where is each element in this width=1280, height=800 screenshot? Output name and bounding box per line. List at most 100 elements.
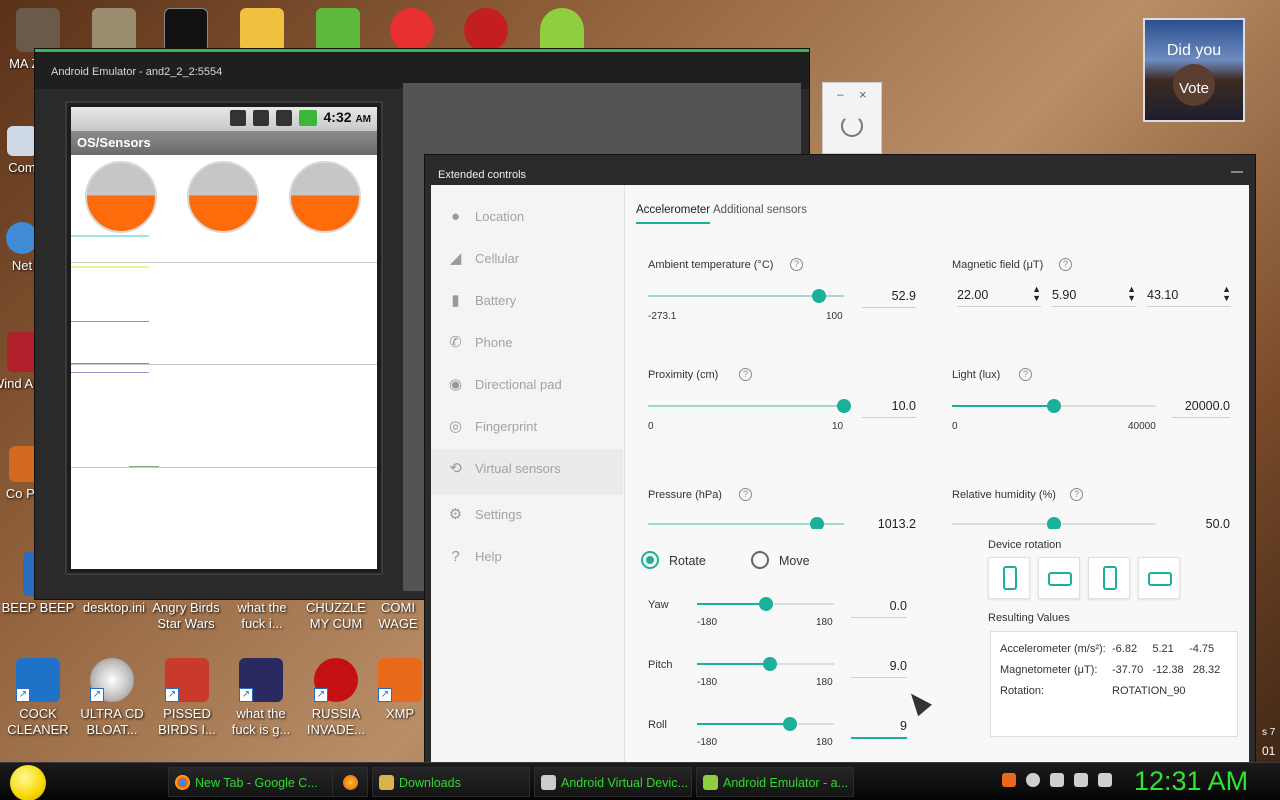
nav-label: Cellular — [475, 251, 520, 266]
pressure-slider[interactable] — [648, 517, 844, 529]
vote-thumbnail[interactable]: Did you Vote — [1143, 18, 1245, 122]
proximity-input[interactable]: 10.0 — [862, 399, 916, 418]
taskbar-clock[interactable]: 12:31 AM — [1134, 766, 1248, 797]
spinner-arrows-icon[interactable]: ▲ ▼ — [1222, 285, 1231, 303]
minimize-icon[interactable]: – — [837, 87, 844, 101]
clock-tray-icon[interactable] — [1026, 773, 1040, 787]
light-input[interactable]: 20000.0 — [1172, 399, 1230, 418]
power-icon[interactable] — [841, 115, 863, 137]
help-icon[interactable]: ? — [1019, 368, 1032, 381]
magnetic-x-input[interactable]: 22.00 ▲ ▼ — [957, 285, 1041, 307]
slider-thumb[interactable] — [762, 657, 777, 671]
yaw-slider[interactable] — [697, 597, 834, 611]
desktop-icon-wtf1[interactable]: what the fuck i... — [224, 600, 300, 632]
help-icon[interactable]: ? — [790, 258, 803, 271]
folder-icon — [379, 775, 394, 790]
nav-label: Settings — [475, 507, 522, 522]
pitch-slider[interactable] — [697, 657, 834, 671]
humidity-slider[interactable] — [952, 517, 1156, 529]
result-label: Magnetometer (μT): — [1000, 664, 1098, 676]
rotate-portrait-button[interactable] — [988, 557, 1030, 599]
display-tray-icon[interactable] — [1074, 773, 1088, 787]
mouse-cursor-icon — [904, 687, 932, 717]
extended-titlebar[interactable]: Extended controls — [425, 155, 1255, 185]
proximity-slider[interactable] — [648, 399, 851, 413]
pressure-input[interactable]: 1013.2 — [862, 517, 916, 529]
help-icon[interactable]: ? — [739, 368, 752, 381]
magnetic-z-value: 43.10 — [1147, 288, 1179, 302]
spinner-arrows-icon[interactable]: ▲ ▼ — [1032, 285, 1041, 303]
trace-green — [129, 466, 159, 467]
nav-fingerprint[interactable]: ◎ Fingerprint — [431, 407, 623, 449]
close-icon[interactable]: × — [859, 87, 867, 102]
magnetic-z-input[interactable]: 43.10 ▲ ▼ — [1147, 285, 1231, 307]
task-avd[interactable]: Android Virtual Devic... — [534, 767, 692, 797]
desktop-icon-russia[interactable]: ↗ RUSSIA INVADE... — [298, 658, 374, 738]
desktop-icon-comi[interactable]: COMI WAGE — [372, 600, 424, 632]
sensor-ball-1 — [85, 161, 157, 233]
nav-battery[interactable]: ▮ Battery — [431, 281, 623, 323]
nav-settings[interactable]: ⚙ Settings — [431, 495, 623, 537]
task-downloads[interactable]: Downloads — [372, 767, 530, 797]
desktop-icon-xmp[interactable]: ↗ XMP — [374, 658, 426, 722]
network-tray-icon[interactable] — [1050, 773, 1064, 787]
phone-screen[interactable]: 4:32 AM OS/Sensors — [71, 107, 377, 569]
nav-phone[interactable]: ✆ Phone — [431, 323, 623, 365]
rotate-reverse-portrait-button[interactable] — [1088, 557, 1130, 599]
desktop-icon-angry-birds-sw[interactable]: Angry Birds Star Wars — [148, 600, 224, 632]
tab-accelerometer[interactable]: Accelerometer — [636, 204, 711, 224]
device-rotation-buttons — [988, 557, 1188, 601]
spinner-arrows-icon[interactable]: ▲ ▼ — [1127, 285, 1136, 303]
slider-fill — [697, 723, 791, 725]
slider-thumb[interactable] — [1047, 399, 1061, 413]
desktop-icon-pissed-birds[interactable]: ↗ PISSED BIRDS I... — [149, 658, 225, 738]
start-button[interactable] — [10, 765, 46, 800]
slider-thumb[interactable] — [809, 517, 824, 529]
search-tray-icon[interactable] — [1002, 773, 1016, 787]
nav-location[interactable]: ● Location — [431, 197, 623, 239]
humidity-input[interactable]: 50.0 — [1172, 517, 1230, 529]
notes-icon — [92, 8, 136, 52]
ambient-temp-input[interactable]: 52.9 — [862, 289, 916, 308]
pitch-input[interactable]: 9.0 — [851, 659, 907, 678]
help-icon[interactable]: ? — [739, 488, 752, 501]
slider-thumb[interactable] — [783, 717, 798, 731]
help-icon[interactable]: ? — [1059, 258, 1072, 271]
rotate-radio[interactable] — [641, 551, 659, 569]
slider-thumb[interactable] — [837, 399, 851, 413]
slider-thumb[interactable] — [811, 289, 826, 303]
volume-tray-icon[interactable] — [1098, 773, 1112, 787]
extended-controls-window[interactable]: Extended controls ● Location ◢ Cellular ▮ B… — [424, 154, 1256, 765]
roll-slider[interactable] — [697, 717, 834, 731]
task-emulator[interactable]: Android Emulator - a... — [696, 767, 854, 797]
rotate-landscape-button[interactable] — [1038, 557, 1080, 599]
desktop-icon-wtf2[interactable]: ↗ what the fuck is g... — [223, 658, 299, 738]
wine-icon — [7, 332, 37, 372]
nav-virtual-sensors[interactable]: ⟲ Virtual sensors — [431, 449, 623, 495]
light-label: Light (lux) — [952, 369, 1001, 381]
firefox-icon — [343, 775, 358, 790]
magnetic-y-input[interactable]: 5.90 ▲ ▼ — [1052, 285, 1136, 307]
slider-thumb[interactable] — [1047, 517, 1061, 529]
roll-input[interactable]: 9 — [851, 719, 907, 739]
move-radio[interactable] — [751, 551, 769, 569]
tab-additional-sensors[interactable]: Additional sensors — [713, 204, 807, 222]
nav-directional-pad[interactable]: ◉ Directional pad — [431, 365, 623, 407]
desktop-icon-chuzzle[interactable]: CHUZZLE MY CUM — [298, 600, 374, 632]
minimize-icon[interactable] — [1231, 171, 1243, 173]
slider-thumb[interactable] — [758, 597, 773, 611]
nav-cellular[interactable]: ◢ Cellular — [431, 239, 623, 281]
light-slider[interactable] — [952, 399, 1156, 413]
desktop-icon-desktop-ini[interactable]: desktop.ini — [76, 600, 152, 616]
nav-help[interactable]: ? Help — [431, 537, 623, 579]
task-firefox[interactable] — [332, 767, 368, 797]
ambient-temp-slider[interactable] — [648, 289, 844, 303]
rotate-label[interactable]: Rotate — [669, 554, 706, 568]
yaw-input[interactable]: 0.0 — [851, 599, 907, 618]
rotate-reverse-landscape-button[interactable] — [1138, 557, 1180, 599]
desktop-icon-ultra-cd[interactable]: ↗ ULTRA CD BLOAT... — [74, 658, 150, 738]
desktop-icon-cock-cleaner[interactable]: ↗ COCK CLEANER — [0, 658, 76, 738]
result-rotation: Rotation: ROTATION_90 — [1000, 685, 1186, 697]
help-icon[interactable]: ? — [1070, 488, 1083, 501]
move-label[interactable]: Move — [779, 554, 810, 568]
